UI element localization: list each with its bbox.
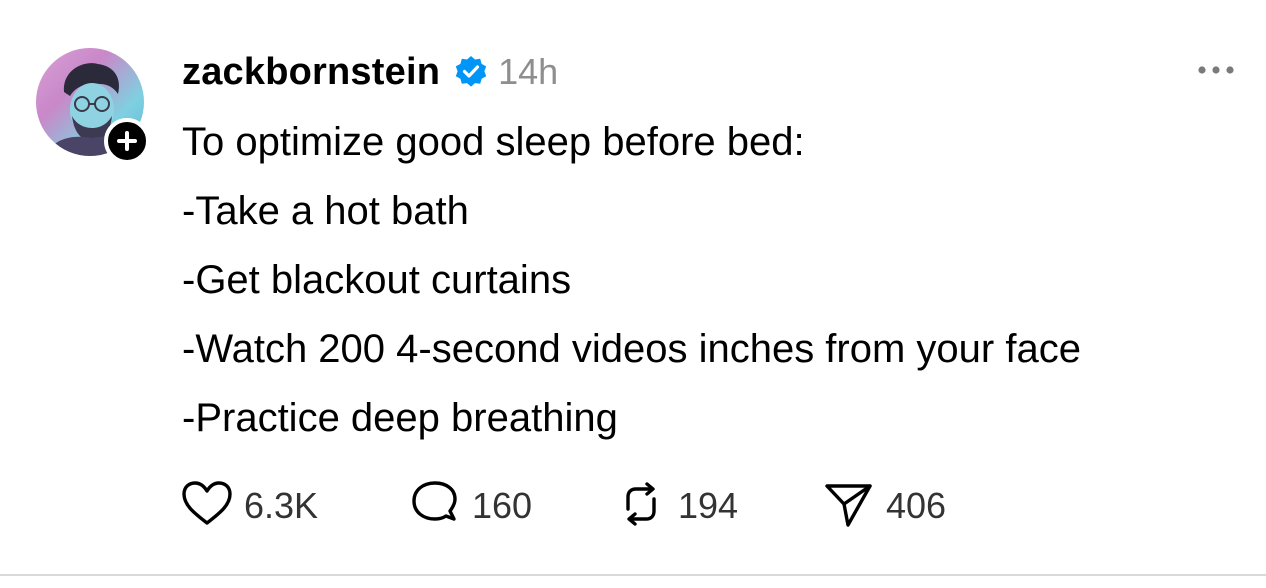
post-actions-bar: 6.3K 160 194 406 [180, 480, 946, 532]
send-icon [822, 479, 876, 534]
reply-button[interactable]: 160 [408, 479, 614, 534]
author-username[interactable]: zackbornstein [182, 51, 440, 94]
repost-button[interactable]: 194 [614, 479, 822, 534]
post-line: -Practice deep breathing [182, 396, 618, 440]
reply-count: 160 [472, 485, 533, 526]
heart-icon [180, 479, 234, 534]
share-count: 406 [886, 485, 947, 526]
repost-icon [614, 479, 668, 534]
thread-post: zackbornstein 14h To optimize good sleep… [0, 0, 1266, 576]
post-line: -Get blackout curtains [182, 258, 572, 302]
like-count: 6.3K [244, 485, 319, 526]
more-options-icon[interactable] [1194, 58, 1238, 82]
post-divider [0, 574, 1266, 576]
post-timestamp[interactable]: 14h [498, 51, 558, 93]
post-body: To optimize good sleep before bed: -Take… [182, 108, 1262, 453]
repost-count: 194 [678, 485, 739, 526]
post-line: -Watch 200 4-second videos inches from y… [182, 327, 1081, 371]
post-header: zackbornstein 14h [182, 48, 558, 96]
post-line: To optimize good sleep before bed: [182, 120, 805, 164]
post-line: -Take a hot bath [182, 189, 469, 233]
share-button[interactable]: 406 [822, 479, 946, 534]
comment-bubble-icon [408, 479, 462, 534]
verified-badge-icon [454, 55, 488, 89]
follow-plus-icon[interactable] [104, 118, 150, 164]
like-button[interactable]: 6.3K [180, 479, 408, 534]
